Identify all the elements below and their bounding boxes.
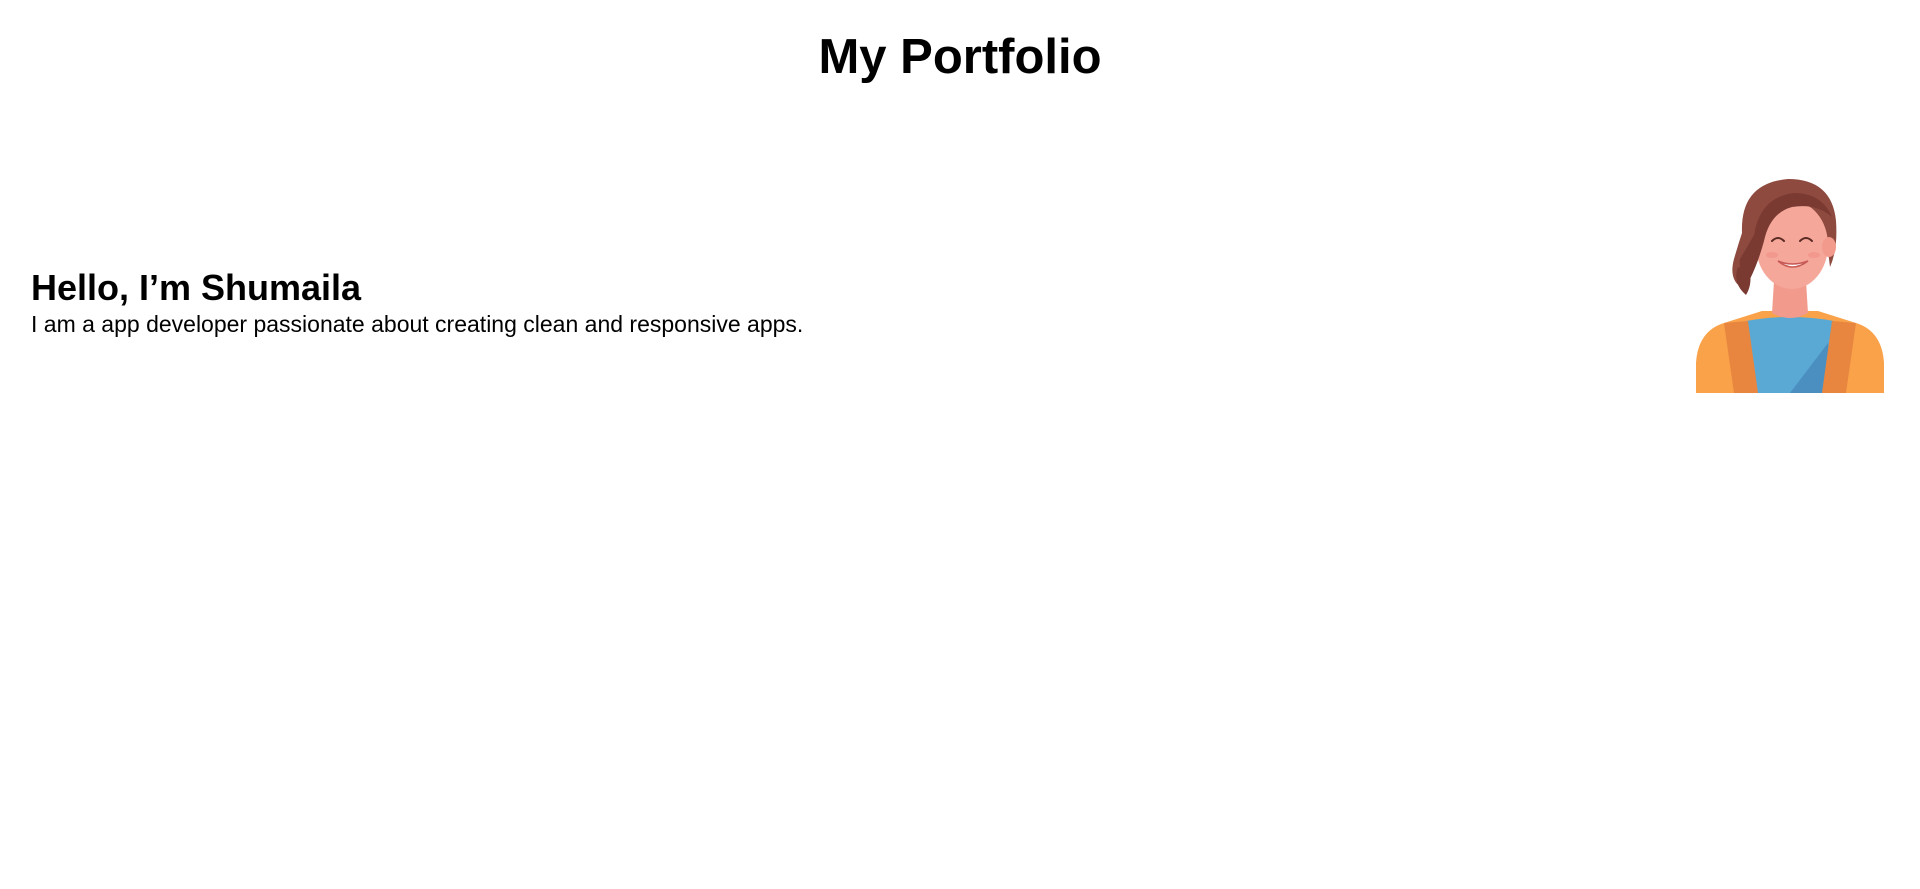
avatar [1694, 163, 1886, 393]
hero-description: I am a app developer passionate about cr… [31, 311, 804, 337]
page-header: My Portfolio [0, 0, 1920, 110]
woman-avatar-illustration-icon [1696, 179, 1884, 393]
hero-section: Hello, I’m Shumaila I am a app developer… [0, 110, 1920, 410]
hero-heading: Hello, I’m Shumaila [31, 267, 362, 308]
hero-text: Hello, I’m Shumaila I am a app developer… [31, 267, 1531, 338]
page-title: My Portfolio [818, 30, 1102, 84]
